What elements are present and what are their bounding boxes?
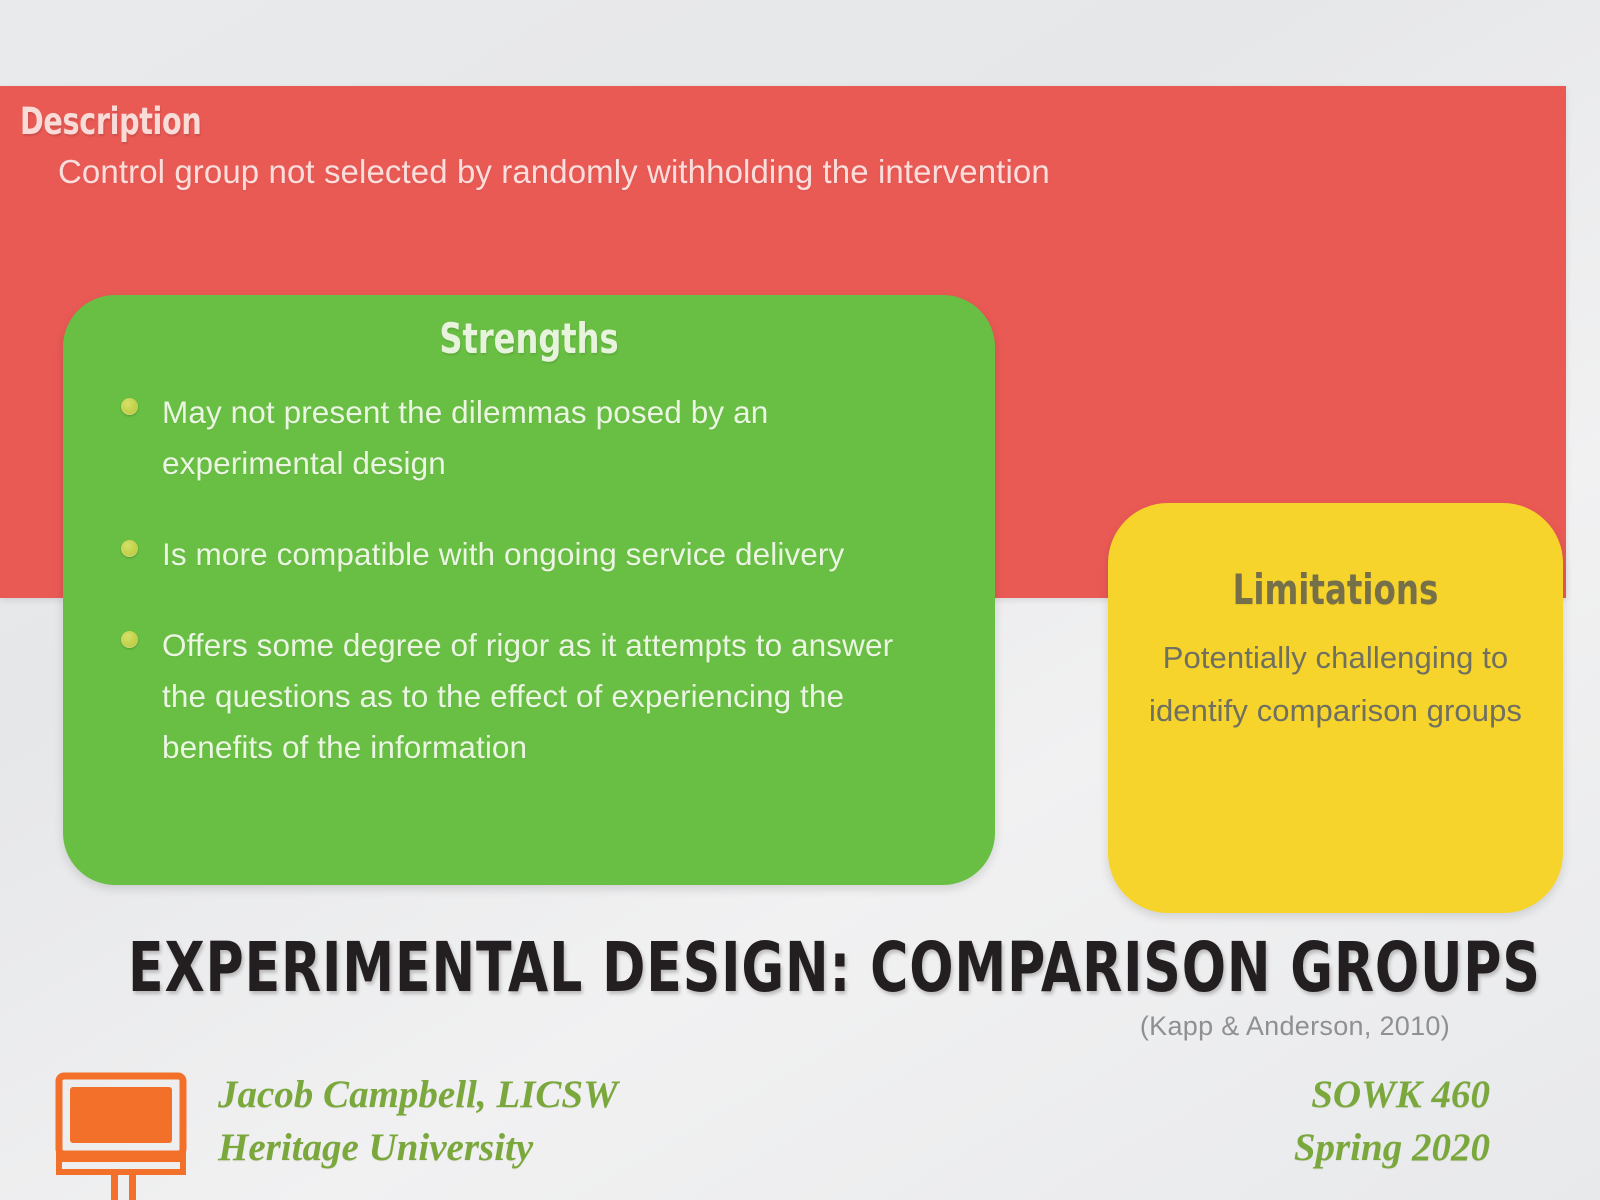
limitations-card: Limitations Potentially challenging to i… xyxy=(1108,503,1563,913)
slide-canvas: Description Control group not selected b… xyxy=(0,0,1600,1200)
list-item: Is more compatible with ongoing service … xyxy=(121,529,941,580)
page-title: EXPERIMENTAL DESIGN: COMPARISON GROUPS xyxy=(128,928,1541,1008)
bullet-dot-icon xyxy=(121,398,138,415)
course-block: SOWK 460 Spring 2020 xyxy=(1294,1068,1490,1174)
course-code: SOWK 460 xyxy=(1311,1073,1490,1116)
institution-name: Heritage University xyxy=(218,1126,534,1169)
presenter-name: Jacob Campbell, LICSW xyxy=(218,1073,618,1116)
strengths-item-text: Is more compatible with ongoing service … xyxy=(162,536,845,572)
description-heading: Description xyxy=(20,100,202,143)
bullet-dot-icon xyxy=(121,631,138,648)
limitations-body: Potentially challenging to identify comp… xyxy=(1148,640,1523,728)
limitations-heading: Limitations xyxy=(1232,565,1439,614)
strengths-item-text: Offers some degree of rigor as it attemp… xyxy=(162,627,894,765)
strengths-heading: Strengths xyxy=(439,314,619,363)
list-item: Offers some degree of rigor as it attemp… xyxy=(121,620,941,773)
bullet-dot-icon xyxy=(121,540,138,557)
strengths-item-text: May not present the dilemmas posed by an… xyxy=(162,394,769,481)
presenter-block: Jacob Campbell, LICSW Heritage Universit… xyxy=(218,1068,618,1174)
strengths-card: Strengths May not present the dilemmas p… xyxy=(63,295,995,885)
billboard-sign-icon xyxy=(55,1069,190,1200)
list-item: May not present the dilemmas posed by an… xyxy=(121,387,941,489)
strengths-bullet-list: May not present the dilemmas posed by an… xyxy=(121,387,941,813)
citation-text: (Kapp & Anderson, 2010) xyxy=(1139,1011,1450,1041)
description-body: Control group not selected by randomly w… xyxy=(58,153,1050,190)
course-term: Spring 2020 xyxy=(1293,1126,1490,1169)
